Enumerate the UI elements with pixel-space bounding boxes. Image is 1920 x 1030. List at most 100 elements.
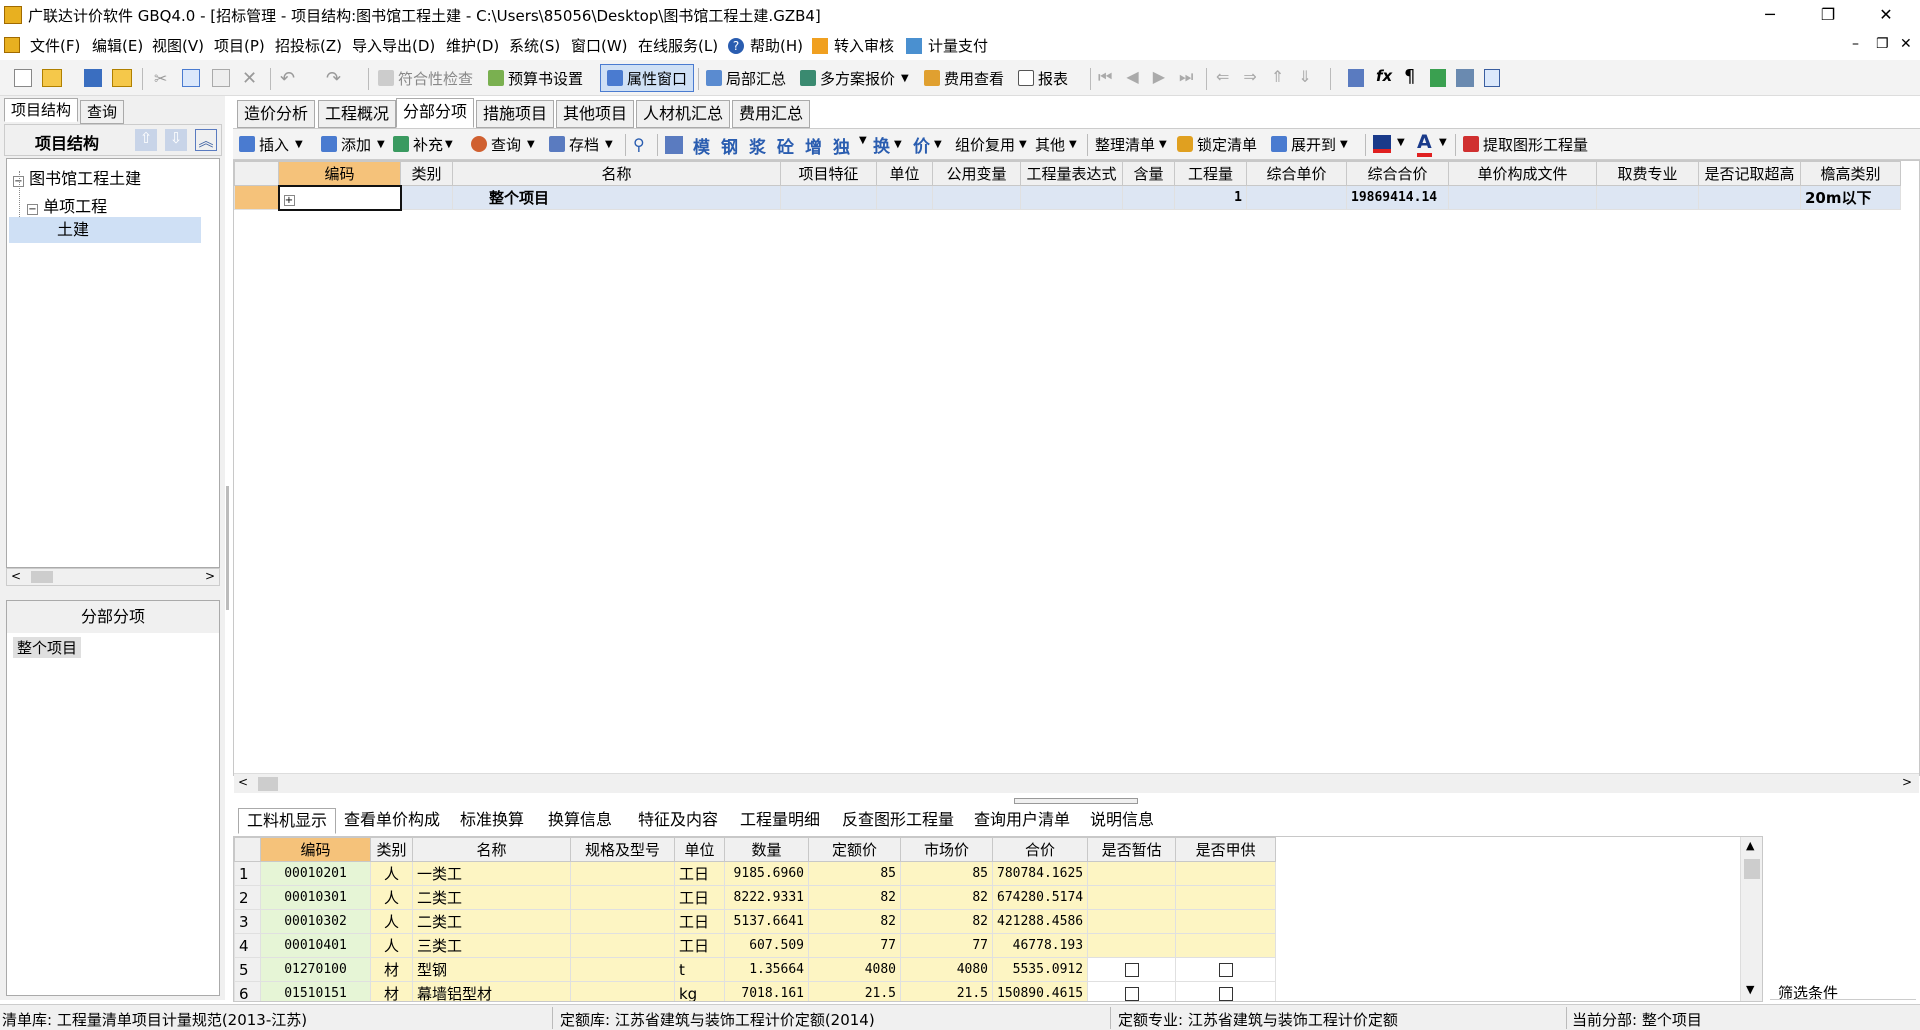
quota-price-cell[interactable]: 4080 [808, 957, 901, 982]
total-cell[interactable]: 674280.5174 [991, 885, 1089, 910]
fee-major-cell[interactable] [1596, 185, 1699, 210]
unit-cell[interactable] [876, 185, 933, 210]
col-market-price[interactable]: 市场价 [900, 837, 993, 862]
col-type[interactable]: 类别 [370, 837, 413, 862]
archive-button[interactable]: 存档 ▼ [549, 132, 613, 156]
col-quantity[interactable]: 工程量 [1174, 161, 1247, 186]
estimate-cell[interactable] [1087, 861, 1177, 886]
fee-view-button[interactable]: 费用查看 [924, 66, 1004, 90]
quota-price-cell[interactable]: 82 [808, 909, 901, 934]
name-cell[interactable]: 型钢 [412, 957, 571, 982]
checkbox[interactable] [1124, 987, 1139, 1001]
menu-file[interactable]: 文件(F) [30, 35, 80, 56]
tab-overview[interactable]: 工程概况 [318, 100, 397, 128]
eave-height-cell[interactable]: 20m以下 [1800, 185, 1901, 210]
tab-other-items[interactable]: 其他项目 [556, 100, 635, 128]
dropdown-icon[interactable]: ▼ [1397, 137, 1405, 148]
collapse-icon[interactable]: ︽ [195, 129, 217, 151]
dropdown-icon[interactable]: ▼ [859, 135, 867, 146]
price-button[interactable]: 价 ▼ [913, 132, 942, 157]
code-cell[interactable]: 00010201 [260, 861, 371, 886]
property-window-button[interactable]: 属性窗口 [600, 64, 695, 92]
owner-supply-cell[interactable] [1175, 861, 1277, 886]
table-row[interactable]: 5 01270100 材型钢 t 1.35664 4080 4080 5535.0912 [234, 957, 1277, 982]
height-charge-cell[interactable] [1698, 185, 1801, 210]
group-reuse-button[interactable]: 组价复用 ▼ [955, 132, 1027, 156]
qty-cell[interactable]: 1.35664 [724, 957, 809, 982]
common-var-cell[interactable] [932, 185, 1021, 210]
folder-icon[interactable] [112, 69, 132, 87]
delete-icon[interactable]: ✕ [242, 68, 257, 89]
qty-cell[interactable]: 8222.9331 [724, 885, 809, 910]
name-cell[interactable]: 整个项目 [452, 185, 781, 210]
col-qty[interactable]: 数量 [724, 837, 809, 862]
quantity-expr-cell[interactable] [1020, 185, 1123, 210]
table-row[interactable]: + 整个项目 1 19869414.14 20m以下 [234, 184, 1901, 211]
move-down-icon[interactable]: ⇩ [165, 129, 187, 151]
spec-cell[interactable] [570, 933, 675, 958]
scroll-down-icon[interactable]: ▼ [1746, 983, 1754, 996]
name-cell[interactable]: 二类工 [412, 909, 571, 934]
swap-button[interactable]: 换 ▼ [873, 132, 902, 157]
name-cell[interactable]: 三类工 [412, 933, 571, 958]
col-total-price[interactable]: 综合合价 [1346, 161, 1449, 186]
price-file-cell[interactable] [1448, 185, 1597, 210]
tab-standard-convert[interactable]: 标准换算 [452, 808, 532, 834]
spec-cell[interactable] [570, 861, 675, 886]
col-name[interactable]: 名称 [452, 161, 781, 186]
col-content[interactable]: 含量 [1122, 161, 1175, 186]
tab-fee-summary[interactable]: 费用汇总 [732, 100, 811, 128]
move-up-icon[interactable]: ⇧ [135, 129, 157, 151]
tab-query[interactable]: 查询 [80, 100, 125, 124]
cut-icon[interactable]: ✂ [154, 69, 170, 88]
name-cell[interactable]: 二类工 [412, 885, 571, 910]
menu-project[interactable]: 项目(P) [214, 35, 265, 56]
type-cell[interactable]: 人 [370, 909, 413, 934]
menu-bidding[interactable]: 招投标(Z) [275, 35, 342, 56]
unit-cell[interactable]: 工日 [674, 885, 725, 910]
scroll-right-icon[interactable]: > [1902, 775, 1912, 789]
tab-description[interactable]: 说明信息 [1082, 808, 1162, 834]
insert-button[interactable]: 插入 ▼ [239, 132, 303, 156]
structure-icon[interactable] [665, 136, 683, 154]
redo-icon[interactable]: ↷ [326, 68, 341, 89]
function-icon[interactable]: fx [1376, 67, 1392, 85]
expand-icon[interactable]: + [283, 194, 295, 206]
extract-quantity-button[interactable]: 提取图形工程量 [1463, 132, 1588, 156]
tab-cost-analysis[interactable]: 造价分析 [237, 100, 316, 128]
type-cell[interactable]: 材 [370, 957, 413, 982]
new-icon[interactable] [14, 69, 32, 87]
book-icon[interactable] [1430, 69, 1446, 87]
spec-cell[interactable] [570, 909, 675, 934]
qty-cell[interactable]: 5137.6641 [724, 909, 809, 934]
scroll-left-icon[interactable]: < [238, 775, 248, 789]
font-color-icon[interactable]: A [1417, 131, 1432, 157]
col-owner-supply[interactable]: 是否甲供 [1175, 837, 1277, 862]
col-price-file[interactable]: 单价构成文件 [1448, 161, 1597, 186]
unit-cell[interactable]: 工日 [674, 933, 725, 958]
col-quantity-expr[interactable]: 工程量表达式 [1020, 161, 1123, 186]
table-row[interactable]: 3 00010302 人二类工 工日 5137.6641 82 82 421288.4586 [234, 909, 1277, 934]
save-icon[interactable] [84, 69, 102, 87]
move-arrows-icons[interactable]: ⇐⇒⇑⇓ [1216, 67, 1326, 86]
panel-icon[interactable] [1484, 69, 1500, 87]
qty-cell[interactable]: 9185.6960 [724, 861, 809, 886]
other-button[interactable]: 其他 ▼ [1035, 132, 1077, 156]
binoculars-icon[interactable]: ⚲ [633, 135, 645, 154]
checkbox[interactable] [1218, 987, 1233, 1001]
fill-color-icon[interactable] [1373, 135, 1391, 153]
rebar-icon[interactable]: 钢 [721, 133, 738, 158]
col-total[interactable]: 合价 [991, 837, 1089, 862]
tab-labor-material-display[interactable]: 工料机显示 [238, 808, 337, 834]
scroll-right-icon[interactable]: > [205, 569, 215, 583]
col-type[interactable]: 类别 [400, 161, 453, 186]
code-cell[interactable]: 01270100 [260, 957, 371, 982]
code-cell[interactable]: 00010401 [260, 933, 371, 958]
panel-splitter[interactable] [1014, 798, 1138, 804]
collapse-toggle-icon[interactable]: − [27, 204, 38, 215]
scroll-thumb[interactable] [258, 777, 278, 791]
expand-to-button[interactable]: 展开到 ▼ [1271, 132, 1348, 156]
col-unit[interactable]: 单位 [876, 161, 933, 186]
col-code[interactable]: 编码 [278, 161, 401, 186]
estimate-cell[interactable] [1087, 885, 1177, 910]
